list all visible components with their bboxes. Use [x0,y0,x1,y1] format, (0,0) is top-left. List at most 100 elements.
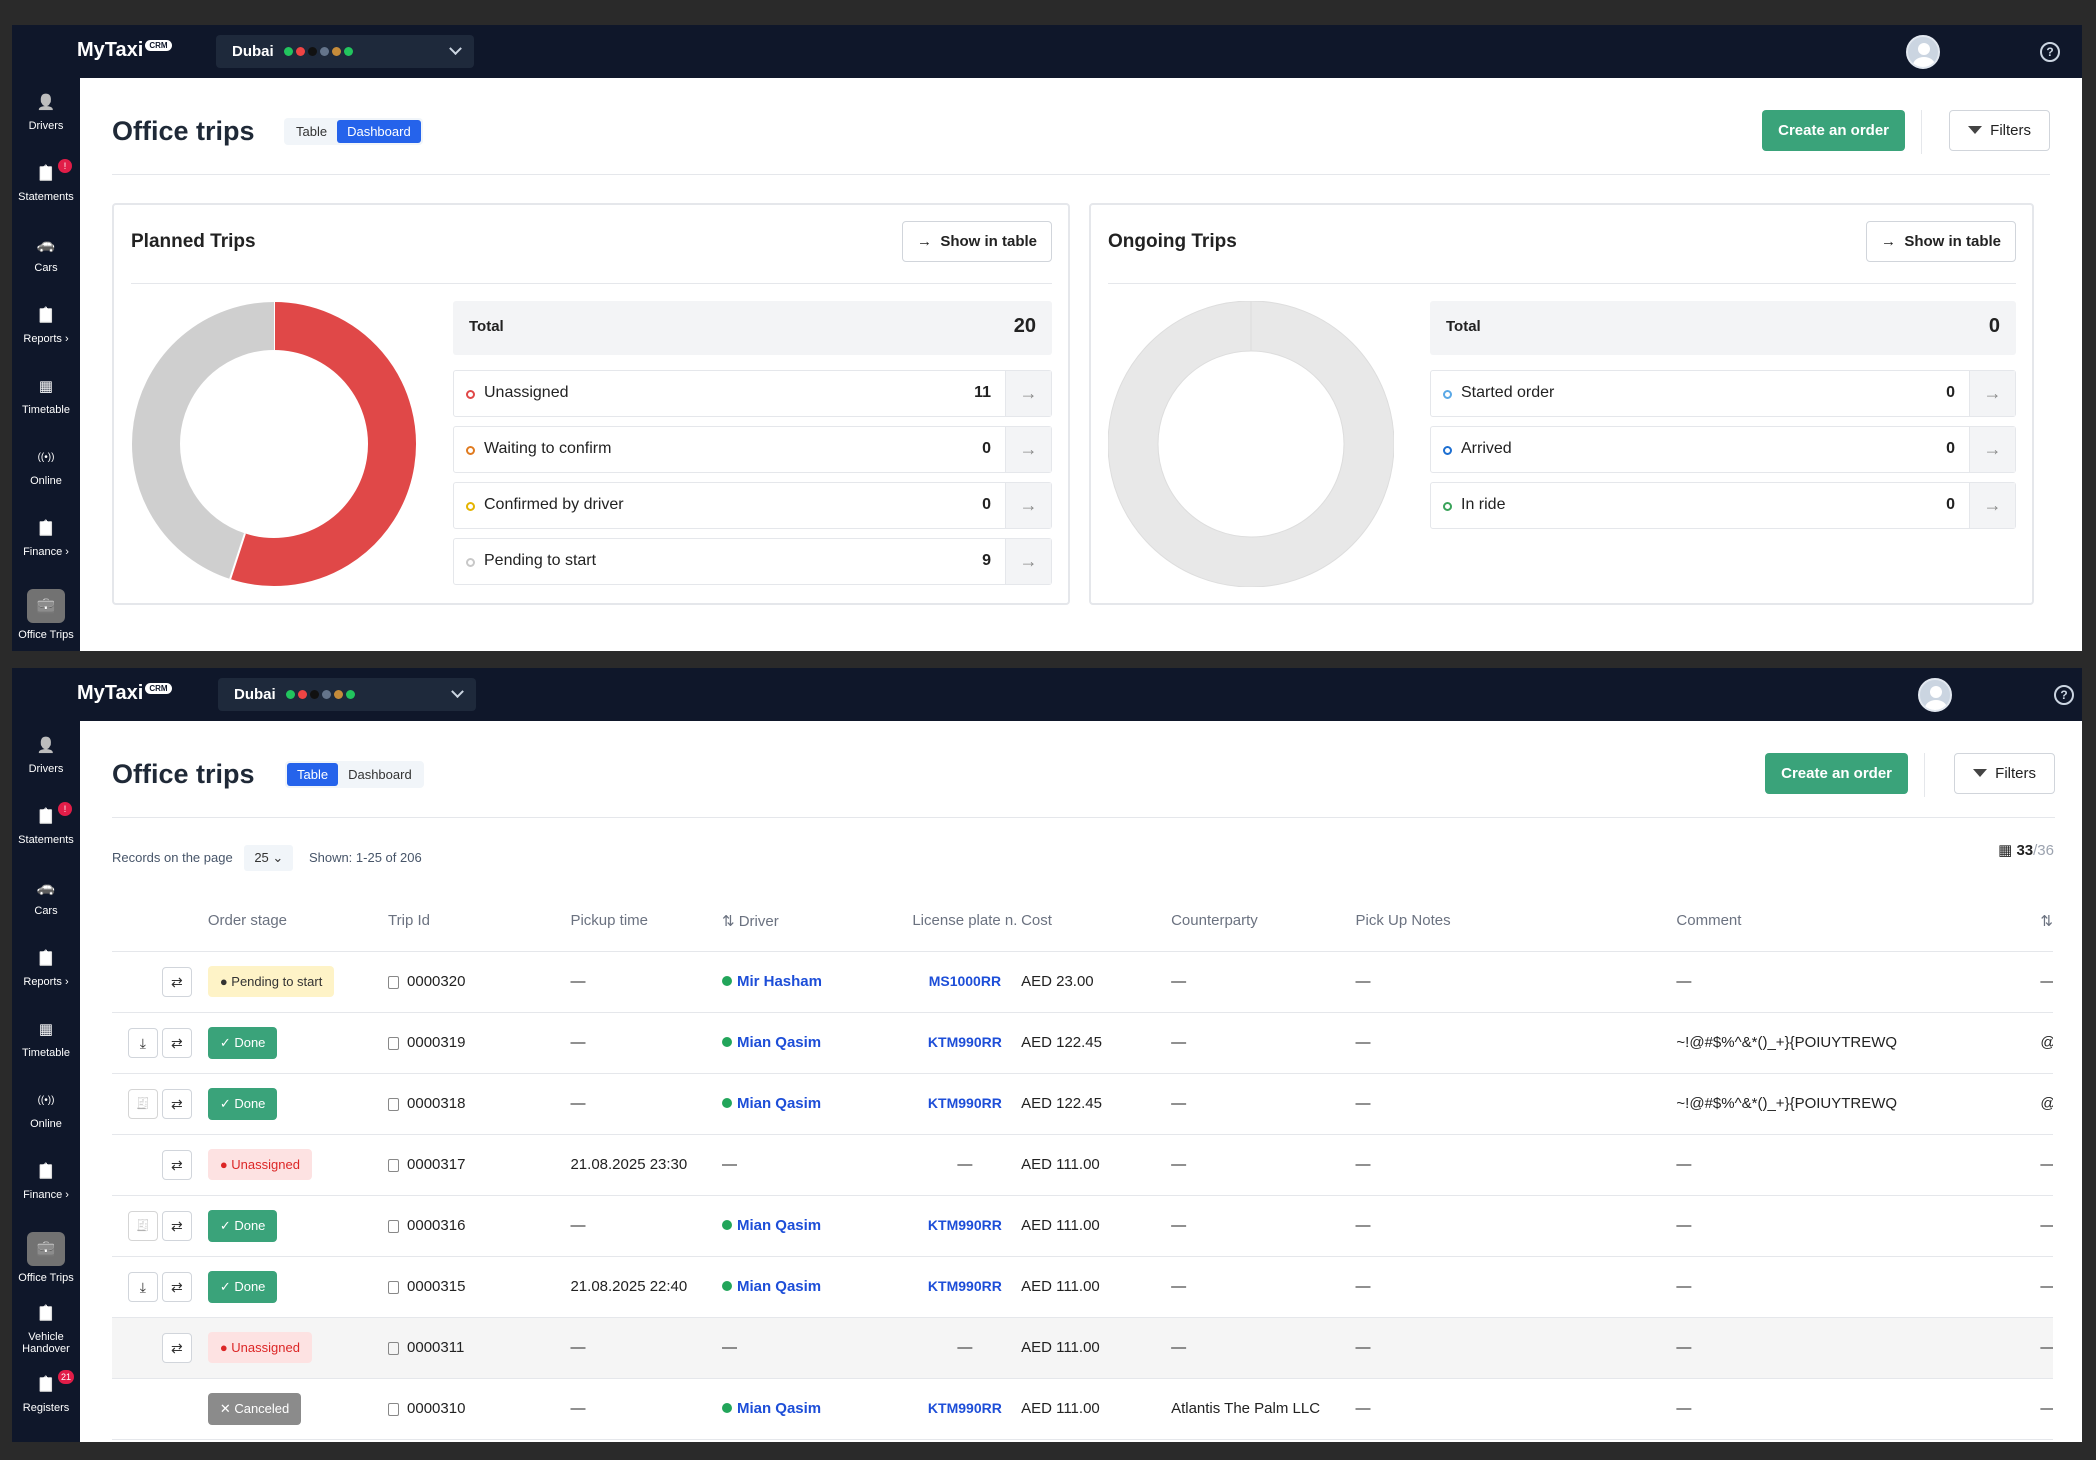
status-dot-icon [466,446,475,455]
city-selector[interactable]: Dubai [216,35,474,68]
table-row[interactable]: ⤓ ⇄ ✓ Done 0000319— Mian Qasim KTM990RR AED 12… [112,1012,2053,1074]
sidebar-item-online[interactable]: ((•)) Online [12,1090,80,1130]
arrow-right-icon[interactable]: → [1005,427,1051,472]
col-counterparty[interactable]: Counterparty [1171,891,1356,952]
driver-cell[interactable]: Mian Qasim [721,1073,909,1135]
driver-cell[interactable]: Mian Qasim [721,1256,909,1318]
table-row[interactable]: 🧾 ⇄ ✓ Done 0000316— Mian Qasim KTM990RR AED 11… [112,1195,2053,1257]
license-plate-cell[interactable]: MS1000RR [908,951,1022,1013]
license-plate-cell[interactable]: KTM990RR [908,1256,1022,1318]
swap-icon[interactable]: ⇄ [161,1149,192,1180]
sidebar-item-statements[interactable]: 📋 Statements! [12,159,80,203]
cost-cell: AED 122.45 [1021,1073,1172,1135]
arrow-right-icon[interactable]: → [1005,371,1051,416]
tab-table[interactable]: Table [286,120,337,143]
column-settings[interactable]: ▦ 33/36 [1998,841,2054,859]
arrow-right-icon[interactable]: → [1969,483,2015,528]
logo[interactable]: MyTaxi CRM [77,682,172,705]
logo[interactable]: MyTaxi CRM [77,39,172,62]
copy-icon[interactable] [388,1036,400,1050]
copy-icon[interactable] [388,1097,400,1111]
col-order-stage[interactable]: Order stage [207,891,389,952]
table-row[interactable]: ⤓ ⇄ ✓ Done 0000315 21.08.2025 22:40 Mian Qasi… [112,1256,2053,1318]
sidebar-item-registers[interactable]: 📋 Registers 21 [12,1370,80,1414]
create-order-button[interactable]: Create an order [1765,753,1908,794]
driver-cell[interactable]: Mian Qasim [721,1012,909,1074]
sidebar-item-reports[interactable]: 📋 Reports › [12,948,80,988]
filters-button[interactable]: Filters [1954,753,2055,794]
sidebar-item-reports[interactable]: 📋 Reports › [12,305,80,345]
license-plate-cell[interactable]: KTM990RR [908,1073,1022,1135]
swap-icon[interactable]: ⇄ [161,1027,192,1058]
sidebar-item-cars[interactable]: 🚗 Cars [12,877,80,917]
col-comment[interactable]: Comment [1676,891,2041,952]
table-row[interactable]: ✕ Canceled 0000310— Mian Qasim KTM990RR AED … [112,1378,2053,1440]
copy-icon[interactable] [388,1158,400,1172]
tab-table[interactable]: Table [287,763,339,786]
avatar[interactable] [1906,35,1940,69]
table-row[interactable]: ⇄● Unassigned0000311———AED 111.00———— [112,1317,2053,1379]
swap-icon[interactable]: ⇄ [161,1210,192,1241]
copy-icon[interactable] [388,1219,400,1233]
records-per-page-select[interactable]: 25 ⌄ [244,845,294,871]
arrow-right-icon[interactable]: → [1969,371,2015,416]
driver-cell[interactable]: Mir Hasham [721,951,909,1013]
driver-cell[interactable]: Mian Qasim [721,1378,909,1440]
sidebar-item-drivers[interactable]: 👤 Drivers [12,735,80,775]
sidebar-item-office-trips[interactable]: 💼 Office Trips [12,589,80,641]
receipt-icon[interactable]: 🧾 [127,1210,158,1241]
col-trip-id[interactable]: Trip Id [388,891,571,952]
driver-cell[interactable]: Mian Qasim [721,1195,909,1257]
sidebar-item-timetable[interactable]: ▦ Timetable [12,376,80,416]
copy-icon[interactable] [388,1280,400,1294]
swap-icon[interactable]: ⇄ [161,1088,192,1119]
comment-cell: ~!@#$%^&*()_+}{POIUYTREWQ [1676,1073,2041,1135]
sidebar-item-online[interactable]: ((•)) Online [12,447,80,487]
sidebar-item-drivers[interactable]: 👤 Drivers [12,92,80,132]
license-plate-cell[interactable]: KTM990RR [908,1378,1022,1440]
swap-icon[interactable]: ⇄ [161,1271,192,1302]
sidebar-item-statements[interactable]: 📋 Statements! [12,802,80,846]
sidebar-item-cars[interactable]: 🚗 Cars [12,234,80,274]
filters-button[interactable]: Filters [1949,110,2050,151]
tab-dashboard[interactable]: Dashboard [338,763,422,786]
sidebar-item-vehicle-handover[interactable]: 📋 Vehicle Handover [12,1303,80,1355]
city-selector[interactable]: Dubai [218,678,476,711]
arrow-right-icon[interactable]: → [1969,427,2015,472]
show-in-table-button[interactable]: → Show in table [1865,221,2016,262]
license-plate-cell[interactable]: KTM990RR [908,1012,1022,1074]
arrow-right-icon[interactable]: → [1005,539,1051,584]
create-order-button[interactable]: Create an order [1762,110,1905,151]
copy-icon[interactable] [388,1341,400,1355]
avatar[interactable] [1918,678,1952,712]
col-cost[interactable]: Cost [1021,891,1172,952]
license-plate-cell[interactable]: KTM990RR [908,1195,1022,1257]
download-icon[interactable]: ⤓ [127,1271,158,1302]
table-row[interactable]: ⇄ ● Unassigned 0000317 21.08.2025 23:30— — AE… [112,1134,2053,1196]
col-extra[interactable]: ⇅ [2040,891,2053,952]
show-in-table-button[interactable]: → Show in table [901,221,1052,262]
copy-icon[interactable] [388,1402,400,1416]
receipt-icon[interactable]: 🧾 [127,1088,158,1119]
col-pickup-notes[interactable]: Pick Up Notes [1355,891,1677,952]
sort-icon[interactable]: ⇅ [722,913,739,930]
copy-icon[interactable] [388,975,400,989]
stage-badge: ✓ Done [207,1270,278,1303]
col-driver[interactable]: ⇅ Driver [721,891,909,952]
download-icon[interactable]: ⤓ [127,1027,158,1058]
swap-icon[interactable]: ⇄ [161,1332,192,1363]
sort-icon[interactable]: ⇅ [2040,913,2053,930]
tab-dashboard[interactable]: Dashboard [337,120,421,143]
sidebar-item-finance[interactable]: 📋 Finance › [12,518,80,558]
table-row[interactable]: 🧾 ⇄ ✓ Done 0000318— Mian Qasim KTM990RR AED 12… [112,1073,2053,1135]
table-row[interactable]: ⇄ ● Pending to start 0000320— Mir Hasham MS1… [112,951,2053,1013]
sidebar-item-timetable[interactable]: ▦ Timetable [12,1019,80,1059]
swap-icon[interactable]: ⇄ [161,966,192,997]
sidebar-item-finance[interactable]: 📋 Finance › [12,1161,80,1201]
help-icon[interactable]: ? [2054,685,2074,705]
col-pickup-time[interactable]: Pickup time [570,891,722,952]
col-license-plate[interactable]: License plate n. [908,891,1022,952]
sidebar-item-office-trips[interactable]: 💼 Office Trips [12,1232,80,1284]
arrow-right-icon[interactable]: → [1005,483,1051,528]
help-icon[interactable]: ? [2040,42,2060,62]
